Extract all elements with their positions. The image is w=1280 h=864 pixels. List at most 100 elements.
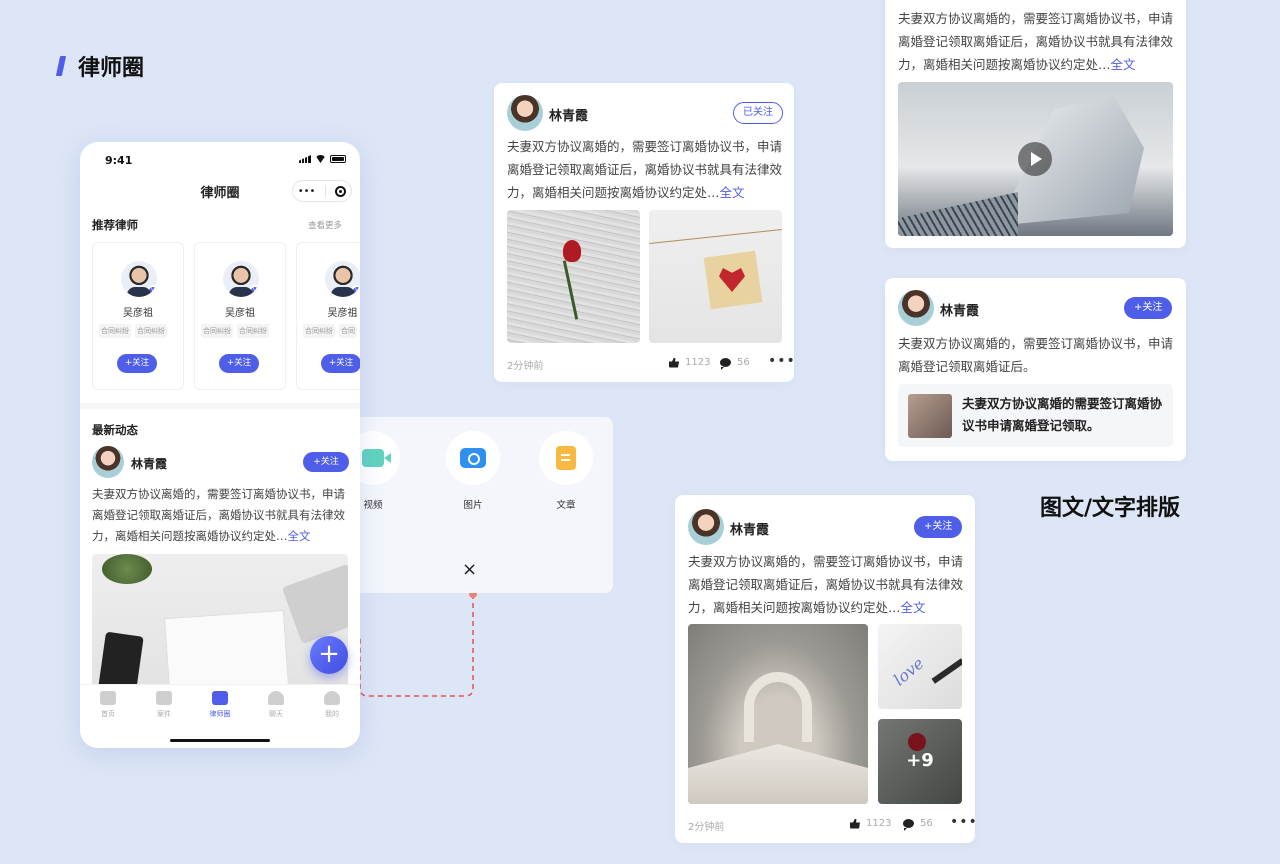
lawyer-tag: 合同纠纷 [201, 324, 233, 338]
connector-line [359, 590, 477, 697]
post-image-book[interactable] [688, 624, 868, 804]
verified-icon: V [147, 285, 157, 297]
shared-link-card[interactable]: 夫妻双方协议离婚的需要签订离婚协议书申请离婚登记领取。 [898, 384, 1173, 447]
verified-icon: V [249, 285, 259, 297]
lawyer-card[interactable]: V 吴彦祖 合同纠纷 合同纠纷 +关注 [92, 242, 184, 390]
case-icon [156, 691, 172, 705]
comment-icon [903, 819, 914, 831]
title-accent-bar [55, 56, 67, 76]
post-text: 夫妻双方协议离婚的，需要签订离婚协议书，申请离婚登记领取离婚证后，离婚协议书就具… [898, 11, 1174, 72]
post-video[interactable] [898, 82, 1173, 236]
avatar: V [325, 261, 360, 297]
section-title-text: 律师圈 [78, 56, 145, 81]
post-user-name[interactable]: 林青霞 [131, 455, 167, 472]
tab-chat[interactable]: 聊天 [256, 691, 296, 719]
section-divider [80, 403, 360, 409]
view-more-link[interactable]: 查看更多 [308, 219, 342, 231]
post-time: 2分钟前 [688, 822, 725, 833]
lawyer-name: 吴彦祖 [123, 308, 153, 319]
followed-button[interactable]: 已关注 [733, 102, 783, 124]
play-icon[interactable] [1018, 142, 1052, 176]
read-more-link[interactable]: 全文 [1111, 57, 1136, 72]
follow-button[interactable]: +关注 [117, 354, 158, 373]
post-text: 夫妻双方协议离婚的，需要签订离婚协议书，申请离婚登记领取离婚证后。 [898, 336, 1174, 374]
tab-lawyer-circle[interactable]: 律师圈 [200, 691, 240, 719]
wifi-icon [315, 155, 326, 163]
like-icon [669, 357, 679, 368]
link-title: 夫妻双方协议离婚的需要签订离婚协议书申请离婚登记领取。 [962, 396, 1163, 433]
section-title: 律师圈 [55, 50, 145, 82]
phone-screen: 9:41 律师圈 ••• 推荐律师 查看更多 V 吴彦祖 合同纠纷 合同纠纷 +关… [80, 142, 360, 748]
close-capsule-icon[interactable] [335, 185, 347, 197]
follow-button[interactable]: +关注 [321, 354, 360, 373]
avatar [507, 95, 543, 131]
post-image-rose[interactable] [507, 210, 640, 343]
post-user-name[interactable]: 林青霞 [940, 300, 979, 319]
more-icon[interactable]: ••• [298, 186, 316, 197]
publish-image[interactable]: 图片 [446, 431, 500, 511]
close-icon[interactable]: × [462, 559, 477, 580]
post-text: 夫妻双方协议离婚的，需要签订离婚协议书，申请离婚登记领取离婚证后，离婚协议书就具… [92, 487, 345, 543]
follow-button[interactable]: +关注 [219, 354, 260, 373]
link-thumbnail [908, 394, 952, 438]
news-title: 最新动态 [92, 423, 138, 437]
post-image-love[interactable]: love [878, 624, 962, 709]
lawyer-tag: 合同纠纷 [99, 324, 131, 338]
avatar: V [121, 261, 157, 297]
video-icon [362, 449, 384, 467]
like-count[interactable]: 1123 [850, 818, 891, 829]
tab-home[interactable]: 首页 [88, 691, 128, 719]
tab-mine[interactable]: 我的 [312, 691, 352, 719]
post-image-more[interactable]: +9 [878, 719, 962, 804]
post-text: 夫妻双方协议离婚的，需要签订离婚协议书，申请离婚登记领取离婚证后，离婚协议书就具… [688, 554, 964, 615]
follow-button[interactable]: +关注 [914, 516, 963, 538]
tab-bar: 首页 案件 律师圈 聊天 我的 [80, 684, 360, 748]
publish-article-label: 文章 [556, 500, 576, 511]
like-count[interactable]: 1123 [669, 357, 710, 368]
post-text: 夫妻双方协议离婚的，需要签订离婚协议书，申请离婚登记领取离婚证后，离婚协议书就具… [507, 139, 783, 200]
post-card-gallery: 林青霞 +关注 夫妻双方协议离婚的，需要签订离婚协议书，申请离婚登记领取离婚证后… [675, 495, 978, 843]
home-icon [100, 691, 116, 705]
read-more-link[interactable]: 全文 [288, 529, 311, 543]
comment-icon [720, 358, 731, 370]
tab-cases[interactable]: 案件 [144, 691, 184, 719]
lawyer-card[interactable]: V 吴彦祖 合同纠纷 合同 +关注 [296, 242, 360, 390]
post-card-link: 林青霞 +关注 夫妻双方协议离婚的，需要签订离婚协议书，申请离婚登记领取离婚证后… [885, 278, 1186, 461]
post-image-heart[interactable] [649, 210, 782, 343]
home-indicator [170, 739, 270, 742]
publish-panel: 视频 图片 文章 × [346, 417, 613, 593]
mini-program-capsule: ••• [292, 180, 352, 202]
follow-button[interactable]: +关注 [1124, 297, 1173, 319]
lawyer-tag: 合同纠纷 [135, 324, 167, 338]
user-icon [324, 691, 340, 705]
read-more-link[interactable]: 全文 [901, 600, 926, 615]
post-card: 林青霞 已关注 夫妻双方协议离婚的，需要签订离婚协议书，申请离婚登记领取离婚证后… [494, 83, 796, 382]
lawyer-card[interactable]: V 吴彦祖 合同纠纷 合同纠纷 +关注 [194, 242, 286, 390]
section2-title: 图文/文字排版 [1040, 496, 1181, 521]
add-post-button[interactable]: + [310, 636, 348, 674]
avatar [92, 446, 124, 478]
camera-icon [460, 448, 486, 468]
more-images-count: +9 [906, 750, 934, 771]
publish-article[interactable]: 文章 [539, 431, 593, 511]
comment-count[interactable]: 56 [903, 818, 933, 831]
lawyer-tag: 合同纠纷 [303, 324, 335, 338]
signal-icon [299, 155, 311, 163]
follow-button[interactable]: +关注 [303, 452, 349, 472]
read-more-link[interactable]: 全文 [720, 185, 745, 200]
post-user-name[interactable]: 林青霞 [730, 519, 769, 538]
more-icon[interactable]: ••• [950, 815, 978, 829]
battery-icon [330, 155, 346, 163]
post-time: 2分钟前 [507, 361, 544, 372]
more-icon[interactable]: ••• [768, 354, 796, 368]
lawyer-name: 吴彦祖 [327, 308, 358, 319]
lawyer-tag: 合同 [339, 324, 357, 338]
lawyer-name: 吴彦祖 [225, 308, 255, 319]
comment-count[interactable]: 56 [720, 357, 750, 370]
bell-icon [268, 691, 284, 705]
avatar [688, 509, 724, 545]
post-card-video: 夫妻双方协议离婚的，需要签订离婚协议书，申请离婚登记领取离婚证后，离婚协议书就具… [885, 0, 1186, 248]
post-image[interactable] [92, 554, 348, 694]
post-user-name[interactable]: 林青霞 [549, 105, 588, 124]
document-icon [556, 446, 576, 470]
